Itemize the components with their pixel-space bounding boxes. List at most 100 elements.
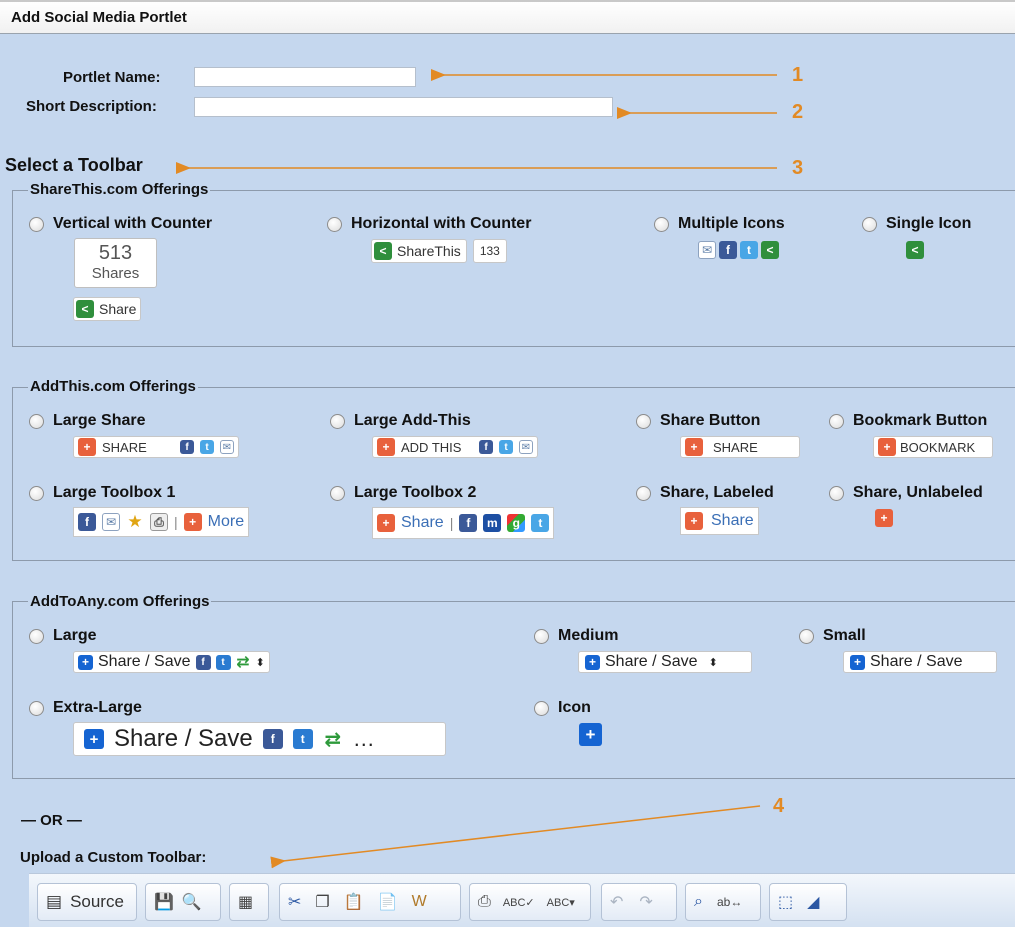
large-toolbox-1-preview: f ✉ ★ ⎙ | + More (73, 507, 250, 537)
sharethis-legend: ShareThis.com Offerings (28, 181, 211, 198)
sharethis-button-label: ShareThis (397, 243, 461, 259)
option-label: Horizontal with Counter (351, 215, 532, 232)
option-medium[interactable]: Medium (534, 627, 618, 645)
editor-toolbar: ▤ Source 💾 🔍 ▦ ✂ ❐ 📋 📄 W ⎙ ABC✓ ABC▾ ↶ ↷… (29, 873, 1015, 927)
templates-icon[interactable]: ▦ (238, 892, 253, 912)
radio-vertical-with-counter[interactable] (29, 216, 44, 232)
option-label: Extra-Large (53, 699, 142, 716)
option-multiple-icons[interactable]: Multiple Icons (654, 215, 785, 233)
option-large-toolbox-1[interactable]: Large Toolbox 1 (29, 484, 175, 502)
option-large-toolbox-2[interactable]: Large Toolbox 2 (330, 484, 476, 502)
print-icon[interactable]: ⎙ (478, 893, 491, 911)
option-large-share[interactable]: Large Share (29, 412, 145, 430)
option-label: Large Add-This (354, 412, 471, 429)
radio-share-unlabeled[interactable] (829, 485, 844, 501)
bookmark-button-preview: + BOOKMARK (873, 436, 993, 458)
large-add-this-preview: + ADD THIS f t ✉ (372, 436, 538, 458)
replace-icon[interactable]: ab↔ (717, 895, 742, 909)
toolbar-group-format: ⬚ ◢ (769, 883, 847, 921)
twitter-icon: t (531, 514, 550, 532)
undo-icon[interactable]: ↶ (610, 892, 623, 912)
option-label: Large Toolbox 1 (53, 484, 176, 501)
option-label: Share, Unlabeled (853, 484, 983, 501)
share-arrows-icon: ⇄ (236, 654, 250, 671)
option-share-button[interactable]: Share Button (636, 412, 760, 430)
radio-large-add-this[interactable] (330, 413, 345, 429)
redo-icon[interactable]: ↷ (639, 892, 652, 912)
option-icon[interactable]: Icon (534, 699, 591, 717)
cut-icon[interactable]: ✂ (288, 892, 301, 912)
option-label: Large Toolbox 2 (354, 484, 477, 501)
radio-medium[interactable] (534, 628, 549, 644)
radio-extra-large[interactable] (29, 700, 44, 716)
toolbar-group-document: 💾 🔍 (145, 883, 221, 921)
addtoany-legend: AddToAny.com Offerings (28, 593, 212, 610)
addthis-plus-icon: + (377, 514, 395, 532)
radio-large-toolbox-2[interactable] (330, 485, 345, 501)
large-toolbox-2-preview: + Share | f m g t (372, 507, 555, 539)
option-small[interactable]: Small (799, 627, 866, 645)
option-large-add-this[interactable]: Large Add-This (330, 412, 471, 430)
radio-large[interactable] (29, 628, 44, 644)
select-all-icon[interactable]: ⬚ (778, 892, 793, 912)
radio-large-share[interactable] (29, 413, 44, 429)
source-icon: ▤ (46, 892, 63, 911)
addtoany-plus-icon: + (585, 654, 600, 670)
facebook-icon: f (719, 241, 737, 259)
facebook-icon: f (479, 440, 493, 454)
addthis-plus-icon: + (78, 438, 96, 456)
option-vertical-with-counter[interactable]: Vertical with Counter (29, 215, 212, 233)
radio-large-toolbox-1[interactable] (29, 485, 44, 501)
radio-share-labeled[interactable] (636, 485, 651, 501)
short-description-input[interactable] (194, 97, 613, 117)
callout-3: 3 (792, 157, 804, 179)
source-button[interactable]: ▤ Source (46, 892, 124, 912)
option-large[interactable]: Large (29, 627, 97, 645)
toolbox-share-label: Share (401, 514, 444, 531)
option-share-labeled[interactable]: Share, Labeled (636, 484, 774, 502)
preview-icon[interactable]: 🔍 (182, 892, 202, 912)
addthis-plus-icon: + (183, 513, 202, 531)
copy-icon[interactable]: ❐ (315, 892, 329, 912)
paste-word-icon[interactable]: W (412, 893, 427, 911)
option-share-unlabeled[interactable]: Share, Unlabeled (829, 484, 983, 502)
remove-format-icon[interactable]: ◢ (807, 892, 819, 912)
radio-single-icon[interactable] (862, 216, 877, 232)
toolbar-group-clipboard: ✂ ❐ 📋 📄 W (279, 883, 461, 921)
twitter-icon: t (200, 440, 214, 454)
spellcheck-dropdown-icon[interactable]: ABC▾ (547, 896, 575, 909)
addthis-plus-icon: + (685, 438, 703, 456)
addthis-plus-icon: + (878, 438, 896, 456)
a2a-medium-preview: + Share / Save ⬍ (578, 651, 752, 673)
share-icon: < (374, 242, 392, 260)
share-button-preview: + SHARE (680, 436, 800, 458)
option-label: Icon (558, 699, 591, 716)
save-icon[interactable]: 💾 (154, 892, 174, 912)
a2a-large-preview: + Share / Save f t ⇄ ⬍ (73, 651, 270, 673)
facebook-icon: f (459, 514, 478, 532)
radio-icon[interactable] (534, 700, 549, 716)
paste-text-icon[interactable]: 📄 (378, 892, 398, 912)
option-single-icon[interactable]: Single Icon (862, 215, 971, 233)
addthis-legend: AddThis.com Offerings (28, 378, 198, 395)
option-extra-large[interactable]: Extra-Large (29, 699, 142, 717)
multiple-icons-preview: ✉ f t < (698, 241, 779, 259)
radio-share-button[interactable] (636, 413, 651, 429)
or-divider: — OR — (21, 812, 82, 829)
radio-bookmark-button[interactable] (829, 413, 844, 429)
option-label: Large Share (53, 412, 146, 429)
callout-2: 2 (792, 101, 804, 123)
radio-multiple-icons[interactable] (654, 216, 669, 232)
option-bookmark-button[interactable]: Bookmark Button (829, 412, 987, 430)
option-label: Small (823, 627, 866, 644)
find-icon[interactable]: ⌕ (694, 893, 703, 911)
divider: | (174, 514, 178, 530)
option-horizontal-with-counter[interactable]: Horizontal with Counter (327, 215, 531, 233)
dropdown-arrows-icon: ⬍ (255, 656, 265, 669)
radio-small[interactable] (799, 628, 814, 644)
paste-icon[interactable]: 📋 (344, 892, 364, 912)
radio-horizontal-with-counter[interactable] (327, 216, 342, 232)
portlet-name-input[interactable] (194, 67, 416, 87)
share-icon: < (761, 241, 779, 259)
spellcheck-icon[interactable]: ABC✓ (503, 896, 535, 909)
